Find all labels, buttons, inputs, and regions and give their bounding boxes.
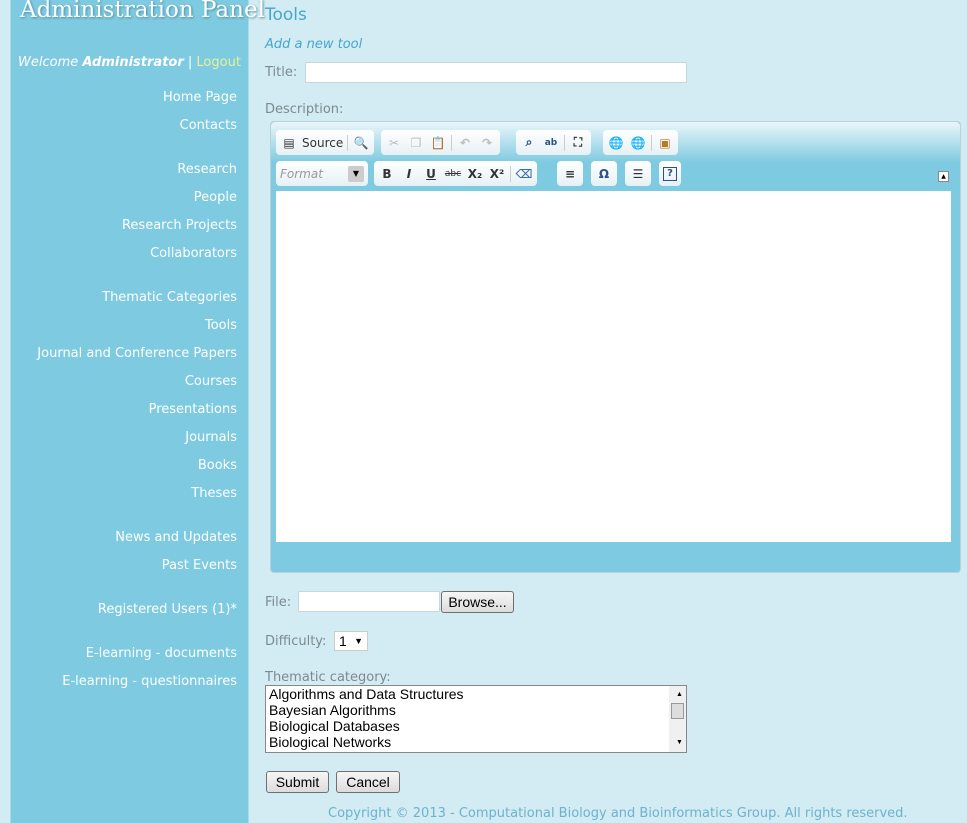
sidebar-item[interactable]: Courses xyxy=(185,374,237,389)
special-char-button[interactable]: Ω xyxy=(591,161,617,186)
difficulty-value: 1 xyxy=(339,633,347,649)
collapse-toolbar-button[interactable]: ▲ xyxy=(938,171,949,182)
image-button[interactable]: ▣ xyxy=(656,134,674,152)
sidebar-item[interactable]: People xyxy=(194,190,237,205)
list-item[interactable]: Biological Databases xyxy=(266,718,686,734)
replace-button[interactable]: ab xyxy=(542,134,560,152)
sidebar-item[interactable]: Theses xyxy=(191,486,237,501)
italic-button[interactable]: I xyxy=(400,165,418,183)
sidebar-item[interactable]: Journal and Conference Papers xyxy=(37,346,237,361)
toolbar-group-links: 🌐 🌐 ▣ xyxy=(603,130,678,155)
username: Administrator xyxy=(82,55,184,70)
sidebar-item[interactable]: Past Events xyxy=(162,558,237,573)
sidebar-item[interactable]: Contacts xyxy=(180,118,237,133)
sidebar-item[interactable]: Collaborators xyxy=(150,246,237,261)
paste-button[interactable]: 📋 xyxy=(429,134,447,152)
format-label: Format xyxy=(280,166,323,181)
sidebar-item[interactable]: Registered Users (1)* xyxy=(98,602,237,617)
difficulty-label: Difficulty: xyxy=(265,634,327,649)
select-all-button[interactable]: ⛶ xyxy=(569,134,587,152)
sidebar-item[interactable]: Thematic Categories xyxy=(102,290,237,305)
list-icon: ☰ xyxy=(632,166,644,181)
chevron-down-icon: ▼ xyxy=(348,165,364,182)
sidebar-item[interactable]: News and Updates xyxy=(115,530,237,545)
toolbar-group-clipboard: ✂ ❐ 📋 ↶ ↷ xyxy=(381,130,500,155)
bold-button[interactable]: B xyxy=(378,165,396,183)
brand-title: Administration Panel xyxy=(20,0,265,23)
subscript-button[interactable]: X₂ xyxy=(466,165,484,183)
superscript-button[interactable]: X² xyxy=(488,165,506,183)
sidebar-item[interactable]: Research Projects xyxy=(122,218,237,233)
bulleted-list-button[interactable]: ☰ xyxy=(625,161,651,186)
welcome-line: Welcome Administrator | Logout xyxy=(18,55,241,70)
help-icon: ? xyxy=(663,166,677,181)
title-label: Title: xyxy=(265,65,298,80)
rich-text-editor: ▤ Source 🔍 ✂ ❐ 📋 ↶ ↷ ⌕ ab ⛶ 🌐 🌐 ▣ Format ▼ B I Uabc X₂… xyxy=(270,121,961,573)
strikethrough-button[interactable]: abc xyxy=(444,165,462,183)
sidebar-item[interactable]: Tools xyxy=(205,318,237,333)
cancel-button[interactable]: Cancel xyxy=(336,771,400,793)
align-center-icon: ≡ xyxy=(564,166,576,181)
find-button[interactable]: ⌕ xyxy=(520,134,538,152)
format-select[interactable]: Format ▼ xyxy=(276,161,368,186)
chevron-down-icon: ▼ xyxy=(354,636,363,646)
unlink-button[interactable]: 🌐 xyxy=(629,134,647,152)
list-item[interactable]: Algorithms and Data Structures xyxy=(266,686,686,702)
editor-content-area[interactable] xyxy=(276,191,951,542)
title-input[interactable] xyxy=(305,62,687,83)
category-listbox[interactable]: Algorithms and Data Structures Bayesian … xyxy=(265,685,687,753)
sidebar-item[interactable]: Journals xyxy=(185,430,237,445)
sidebar-item[interactable]: E-learning - questionnaires xyxy=(62,674,237,689)
sidebar-item[interactable]: E-learning - documents xyxy=(86,646,237,661)
preview-button[interactable]: 🔍 xyxy=(352,134,370,152)
footer-copyright: Copyright © 2013 - Computational Biology… xyxy=(328,806,908,821)
page-title: Tools xyxy=(265,5,307,25)
logout-link[interactable]: Logout xyxy=(196,55,241,70)
remove-format-button[interactable]: ⌫ xyxy=(515,165,533,183)
page-subtitle: Add a new tool xyxy=(265,37,363,52)
source-button[interactable]: Source xyxy=(302,136,343,150)
source-icon: ▤ xyxy=(283,135,295,150)
sidebar-item[interactable]: Home Page xyxy=(163,90,237,105)
redo-button[interactable]: ↷ xyxy=(478,134,496,152)
toolbar-group-basic: B I Uabc X₂ X² ⌫ xyxy=(374,161,537,186)
help-button[interactable]: ? xyxy=(659,161,681,186)
list-item[interactable]: Bayesian Algorithms xyxy=(266,702,686,718)
file-label: File: xyxy=(265,595,292,610)
submit-button[interactable]: Submit xyxy=(266,771,329,793)
sidebar-item[interactable]: Books xyxy=(198,458,237,473)
separator: | xyxy=(187,55,193,70)
cut-button[interactable]: ✂ xyxy=(385,134,403,152)
copy-button[interactable]: ❐ xyxy=(407,134,425,152)
undo-button[interactable]: ↶ xyxy=(456,134,474,152)
underline-button[interactable]: U xyxy=(422,165,440,183)
list-item[interactable]: Biological Networks xyxy=(266,734,686,750)
description-label: Description: xyxy=(265,102,344,117)
welcome-text: Welcome xyxy=(18,55,79,70)
scrollbar[interactable]: ▲ ▼ xyxy=(669,686,686,752)
difficulty-select[interactable]: 1 ▼ xyxy=(334,631,368,651)
align-center-button[interactable]: ≡ xyxy=(557,161,583,186)
link-button[interactable]: 🌐 xyxy=(607,134,625,152)
category-label: Thematic category: xyxy=(265,670,391,685)
file-input[interactable] xyxy=(298,591,440,612)
toolbar-group-find: ⌕ ab ⛶ xyxy=(516,130,591,155)
browse-button[interactable]: Browse... xyxy=(441,591,514,613)
sidebar: Administration Panel Welcome Administrat… xyxy=(10,0,265,823)
sidebar-item[interactable]: Presentations xyxy=(149,402,237,417)
omega-icon: Ω xyxy=(598,166,610,181)
sidebar-item[interactable]: Research xyxy=(177,162,237,177)
toolbar-group-document: ▤ Source 🔍 xyxy=(276,130,375,155)
